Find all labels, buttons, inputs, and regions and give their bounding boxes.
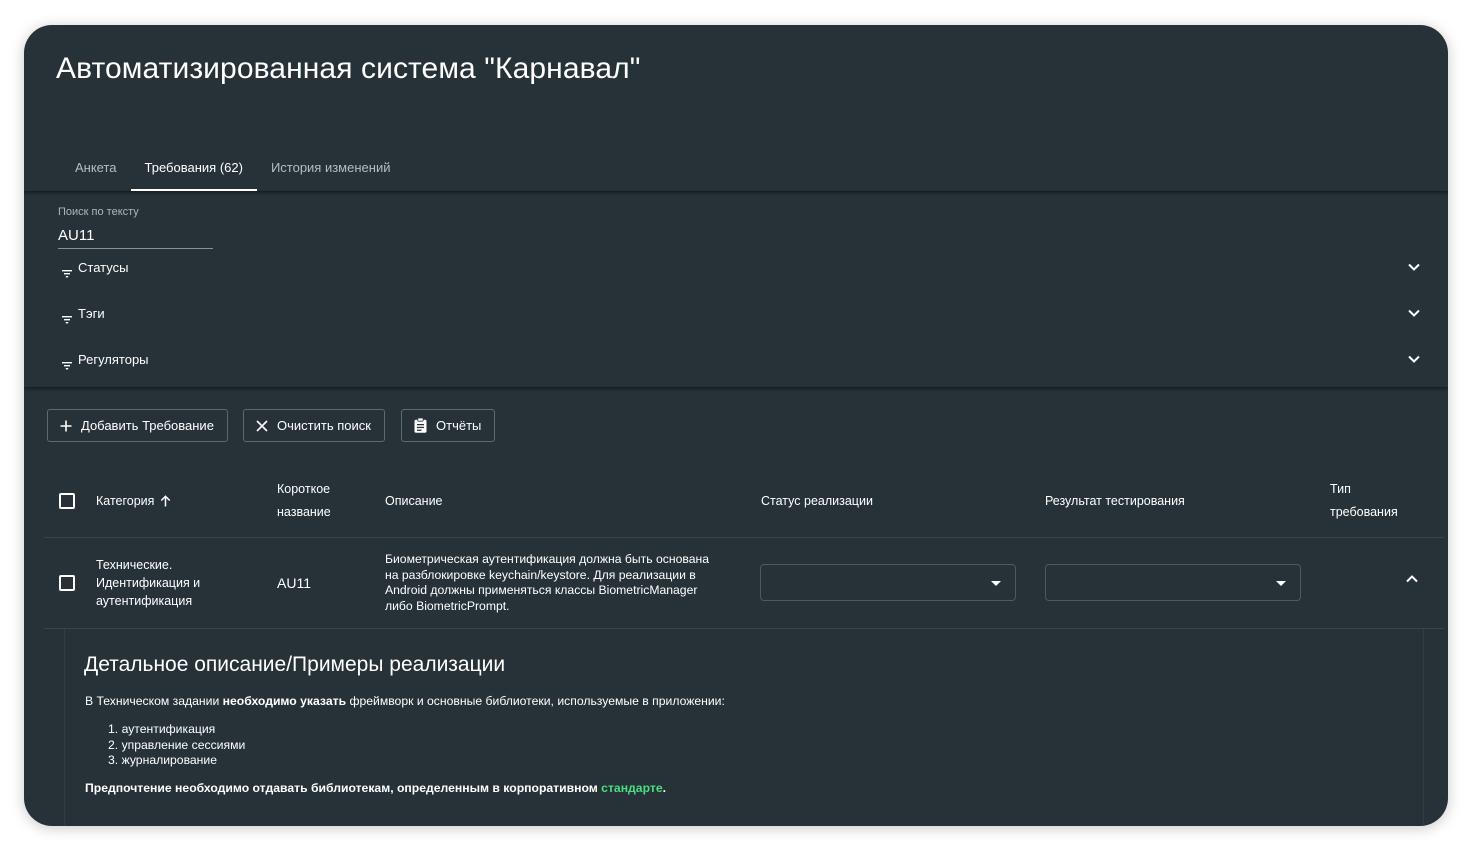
filter-statuses[interactable]: Статусы xyxy=(24,252,1448,292)
add-requirement-button[interactable]: Добавить Требование xyxy=(47,409,228,442)
list-item: 1. аутентификация xyxy=(108,722,216,736)
arrow-up-icon xyxy=(161,495,171,507)
plus-icon xyxy=(60,420,72,431)
header-label: Тип xyxy=(1330,482,1351,496)
description-line: на разблокировке keychain/keystore. Для … xyxy=(385,567,696,582)
description-line: Android должны применяться классы Biomet… xyxy=(385,583,698,597)
impl-status-select[interactable] xyxy=(760,564,1016,601)
button-label: Очистить поиск xyxy=(277,418,371,433)
filter-label: Статусы xyxy=(78,260,129,275)
row-checkbox[interactable] xyxy=(59,575,75,591)
detail-title: Детальное описание/Примеры реализации xyxy=(84,653,506,676)
header-label: требования xyxy=(1330,505,1398,519)
clipboard-icon xyxy=(414,418,427,433)
detail-paragraph: В Техническом задании необходимо указать… xyxy=(85,694,725,708)
select-all-checkbox[interactable] xyxy=(59,493,75,509)
filter-tags[interactable]: Тэги xyxy=(24,298,1448,338)
tab-questionnaire[interactable]: Анкета xyxy=(61,153,131,191)
column-header-type[interactable]: Тип требования xyxy=(1330,478,1398,524)
tab-history[interactable]: История изменений xyxy=(257,153,405,191)
cell-description: Биометрическая аутентификация должна быт… xyxy=(385,552,709,614)
description-line: либо BiometricPrompt. xyxy=(385,598,510,613)
column-header-short-name[interactable]: Короткое название xyxy=(277,478,331,524)
search-input[interactable] xyxy=(58,223,213,249)
chevron-down-icon[interactable] xyxy=(1406,305,1422,326)
detail-text: Предпочтение необходимо отдавать библиот… xyxy=(85,781,602,795)
filter-label: Регуляторы xyxy=(78,352,149,367)
detail-bold-text: необходимо указать xyxy=(222,694,347,708)
list-item: 3. журналирование xyxy=(108,753,218,767)
tab-requirements[interactable]: Требования (62) xyxy=(130,153,257,191)
description-line: Биометрическая аутентификация должна быт… xyxy=(385,552,709,566)
column-header-test-result[interactable]: Результат тестирования xyxy=(1045,490,1185,512)
filter-icon xyxy=(62,357,72,375)
filter-label: Тэги xyxy=(78,306,105,321)
clear-search-button[interactable]: Очистить поиск xyxy=(243,409,385,442)
detail-text: . xyxy=(662,781,666,795)
chevron-down-icon[interactable] xyxy=(1406,351,1422,372)
filter-panel: Поиск по тексту Статусы Тэги Регул xyxy=(24,191,1448,387)
reports-button[interactable]: Отчёты xyxy=(401,409,496,442)
detail-list: 1. аутентификация 2. управление сессиями… xyxy=(108,722,245,769)
column-header-category[interactable]: Категория xyxy=(96,490,171,512)
dropdown-arrow-icon xyxy=(991,581,1001,586)
header-divider xyxy=(44,537,1444,538)
tab-bar: Анкета Требования (62) История изменений xyxy=(24,153,1448,191)
page-title: Автоматизированная система "Карнавал" xyxy=(56,52,641,85)
row-detail-panel: Детальное описание/Примеры реализации В … xyxy=(64,629,1424,826)
list-item: 2. управление сессиями xyxy=(108,737,246,752)
standard-link[interactable]: стандарте xyxy=(601,781,662,795)
filter-icon xyxy=(62,311,72,329)
category-line: Идентификация и xyxy=(96,576,201,590)
button-label: Добавить Требование xyxy=(81,418,214,433)
chevron-down-icon[interactable] xyxy=(1406,259,1422,280)
header-label: Категория xyxy=(96,494,155,508)
category-line: Технические. xyxy=(96,558,173,572)
header-label: название xyxy=(277,505,331,519)
close-icon xyxy=(256,419,268,432)
filter-regulators[interactable]: Регуляторы xyxy=(24,344,1448,384)
header-label: Короткое xyxy=(277,482,331,496)
detail-text: В Техническом задании xyxy=(85,694,223,708)
column-header-description[interactable]: Описание xyxy=(385,490,443,512)
detail-paragraph-preference: Предпочтение необходимо отдавать библиот… xyxy=(85,781,666,795)
button-label: Отчёты xyxy=(436,418,482,433)
chevron-up-icon[interactable] xyxy=(1404,571,1420,592)
dropdown-arrow-icon xyxy=(1276,581,1286,586)
test-result-select[interactable] xyxy=(1045,564,1301,601)
search-label: Поиск по тексту xyxy=(58,206,139,218)
detail-text: фреймворк и основные библиотеки, использ… xyxy=(346,694,725,708)
filter-icon xyxy=(62,265,72,283)
cell-category: Технические. Идентификация и аутентифика… xyxy=(96,556,200,610)
category-line: аутентификация xyxy=(96,594,193,608)
cell-short-name: AU11 xyxy=(277,575,311,591)
app-window: Автоматизированная система "Карнавал" Ан… xyxy=(24,25,1448,826)
column-header-impl-status[interactable]: Статус реализации xyxy=(761,490,873,512)
